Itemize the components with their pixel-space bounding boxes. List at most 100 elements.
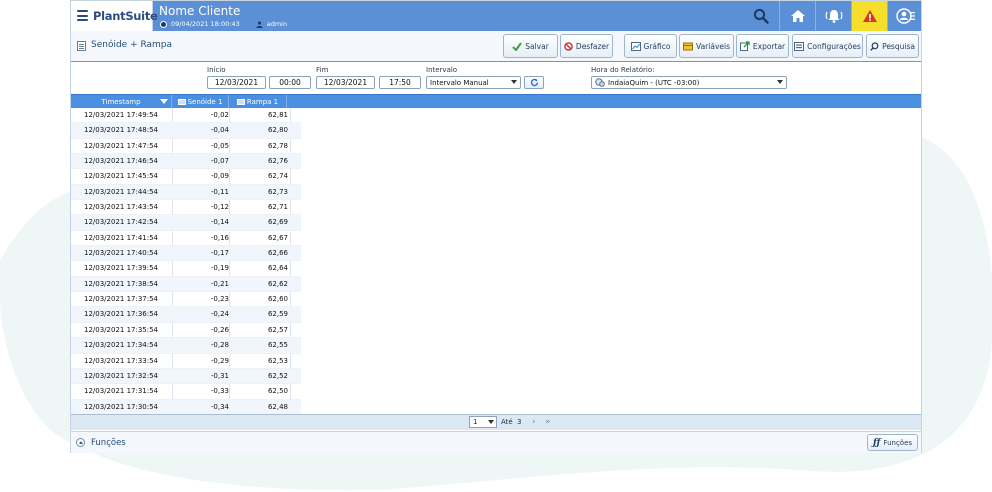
filter-bar: Início 12/03/2021 00:00 Fim 12/03/2021 1… — [71, 63, 921, 93]
column-header-rampa-1[interactable]: Rampa 1 — [229, 95, 287, 108]
home-button[interactable] — [779, 1, 815, 31]
chevron-down-icon — [511, 80, 517, 84]
cell-senoide-1: -0,23 — [210, 295, 229, 304]
report-icon — [77, 41, 86, 51]
functions-label: Funções — [91, 438, 126, 448]
start-label: Início — [207, 66, 226, 74]
globe-icon — [595, 78, 605, 87]
table-row[interactable]: 12/03/2021 17:37:54 -0,23 62,60 — [71, 292, 301, 308]
table-row[interactable]: 12/03/2021 17:47:54 -0,05 62,78 — [71, 139, 301, 155]
table-row[interactable]: 12/03/2021 17:33:54 -0,29 62,53 — [71, 354, 301, 369]
table-row[interactable]: 12/03/2021 17:42:54 -0,14 62,69 — [71, 215, 301, 231]
column-header-timestamp[interactable]: Timestamp — [71, 95, 172, 108]
next-page-icon[interactable]: › — [532, 417, 536, 427]
session-info: 09/04/2021 18:00:43 admin — [160, 20, 287, 28]
home-icon — [790, 10, 805, 22]
variables-button[interactable]: Variáveis — [679, 34, 734, 58]
user-menu-button[interactable] — [887, 1, 923, 31]
report-time-select[interactable]: IndaiaQuim - (UTC -03:00) — [591, 76, 787, 89]
table-row[interactable]: 12/03/2021 17:40:54 -0,17 62,66 — [71, 246, 301, 262]
user-icon — [256, 20, 263, 28]
cell-rampa-1: 62,62 — [267, 279, 288, 288]
undo-button[interactable]: Desfazer — [560, 34, 613, 58]
last-page-icon[interactable]: » — [545, 417, 551, 427]
cell-rampa-1: 62,66 — [267, 249, 288, 258]
export-icon — [739, 41, 750, 51]
search-filter-button[interactable]: Pesquisa — [866, 34, 919, 58]
cell-timestamp: 12/03/2021 17:35:54 — [84, 325, 159, 334]
cell-rampa-1: 62,73 — [267, 187, 288, 196]
cell-senoide-1: -0,17 — [210, 249, 229, 258]
table-row[interactable]: 12/03/2021 17:32:54 -0,31 62,52 — [71, 368, 301, 385]
refresh-button[interactable] — [524, 76, 544, 89]
settings-button[interactable]: Configurações — [792, 34, 863, 58]
table-row[interactable]: 12/03/2021 17:48:54 -0,04 62,80 — [71, 123, 301, 139]
cancel-icon — [564, 41, 573, 51]
warnings-button[interactable] — [851, 1, 887, 31]
page-title: Senóide + Rampa — [91, 40, 173, 50]
cell-senoide-1: -0,11 — [210, 187, 229, 196]
cell-senoide-1: -0,29 — [210, 356, 229, 365]
cell-rampa-1: 62,67 — [267, 233, 288, 242]
table-row[interactable]: 12/03/2021 17:38:54 -0,21 62,62 — [71, 276, 301, 293]
cell-rampa-1: 62,74 — [267, 172, 288, 181]
expand-up-icon[interactable] — [76, 438, 85, 447]
end-label: Fim — [316, 66, 329, 74]
function-icon: ƒƒ — [872, 437, 881, 448]
end-date-input[interactable]: 12/03/2021 — [316, 76, 375, 89]
start-date-input[interactable]: 12/03/2021 — [207, 76, 266, 89]
chart-button[interactable]: Gráfico — [624, 34, 677, 58]
start-time-input[interactable]: 00:00 — [269, 76, 311, 89]
table-row[interactable]: 12/03/2021 17:46:54 -0,07 62,76 — [71, 154, 301, 170]
save-button[interactable]: Salvar — [503, 34, 558, 58]
table-row[interactable]: 12/03/2021 17:44:54 -0,11 62,73 — [71, 184, 301, 201]
export-label: Exportar — [752, 41, 786, 51]
cell-timestamp: 12/03/2021 17:49:54 — [84, 111, 159, 119]
hamburger-menu-icon[interactable] — [77, 10, 88, 22]
cell-rampa-1: 62,57 — [267, 325, 288, 334]
table-row[interactable]: 12/03/2021 17:41:54 -0,16 62,67 — [71, 231, 301, 247]
logo-area: PlantSuite — [71, 1, 158, 31]
alarms-button[interactable] — [815, 1, 851, 31]
clock-icon — [160, 20, 167, 28]
cell-timestamp: 12/03/2021 17:43:54 — [84, 203, 159, 212]
table-row[interactable]: 12/03/2021 17:45:54 -0,09 62,74 — [71, 169, 301, 185]
interval-label: Intervalo — [426, 66, 458, 74]
page-select[interactable]: 1 — [469, 416, 497, 428]
table-row[interactable]: 12/03/2021 17:35:54 -0,26 62,57 — [71, 323, 301, 339]
cell-timestamp: 12/03/2021 17:47:54 — [84, 141, 159, 150]
table-row[interactable]: 12/03/2021 17:43:54 -0,12 62,71 — [71, 200, 301, 216]
sort-desc-icon[interactable] — [160, 99, 168, 105]
table-row[interactable]: 12/03/2021 17:30:54 -0,34 62,48 — [71, 399, 301, 415]
search-filter-label: Pesquisa — [882, 41, 915, 51]
table-row[interactable]: 12/03/2021 17:39:54 -0,19 62,64 — [71, 261, 301, 277]
cell-rampa-1: 62,60 — [267, 295, 288, 304]
table-row[interactable]: 12/03/2021 17:49:54 -0,02 62,81 — [71, 108, 301, 124]
cell-senoide-1: -0,28 — [210, 341, 229, 350]
table-row[interactable]: 12/03/2021 17:36:54 -0,24 62,59 — [71, 307, 301, 323]
table-row[interactable]: 12/03/2021 17:34:54 -0,28 62,55 — [71, 338, 301, 354]
chart-label: Gráfico — [643, 41, 671, 51]
cell-timestamp: 12/03/2021 17:36:54 — [84, 310, 159, 319]
tag-icon — [177, 98, 186, 105]
export-button[interactable]: Exportar — [736, 34, 789, 58]
chevron-down-icon — [777, 80, 783, 84]
cell-rampa-1: 62,55 — [267, 341, 288, 350]
functions-button[interactable]: ƒƒ Funções — [867, 434, 918, 451]
cell-rampa-1: 62,69 — [267, 218, 288, 227]
cell-senoide-1: -0,14 — [210, 218, 229, 227]
page-total: 3 — [517, 418, 522, 426]
table-row[interactable]: 12/03/2021 17:31:54 -0,33 62,50 — [71, 384, 301, 400]
cell-rampa-1: 62,64 — [267, 264, 288, 273]
page-to-label: Até — [501, 418, 513, 426]
save-label: Salvar — [525, 41, 549, 51]
column-header-senoide-1[interactable]: Senóide 1 — [172, 95, 229, 108]
end-time-input[interactable]: 17:50 — [379, 76, 421, 89]
app-logo: PlantSuite — [93, 9, 158, 23]
variables-icon — [683, 42, 694, 50]
cell-timestamp: 12/03/2021 17:46:54 — [84, 157, 159, 166]
page-toolbar: Senóide + Rampa Salvar Desfazer Gráfico … — [71, 31, 921, 62]
interval-select[interactable]: Intervalo Manual — [426, 76, 521, 89]
refresh-icon — [530, 78, 538, 87]
search-button[interactable] — [743, 1, 779, 31]
